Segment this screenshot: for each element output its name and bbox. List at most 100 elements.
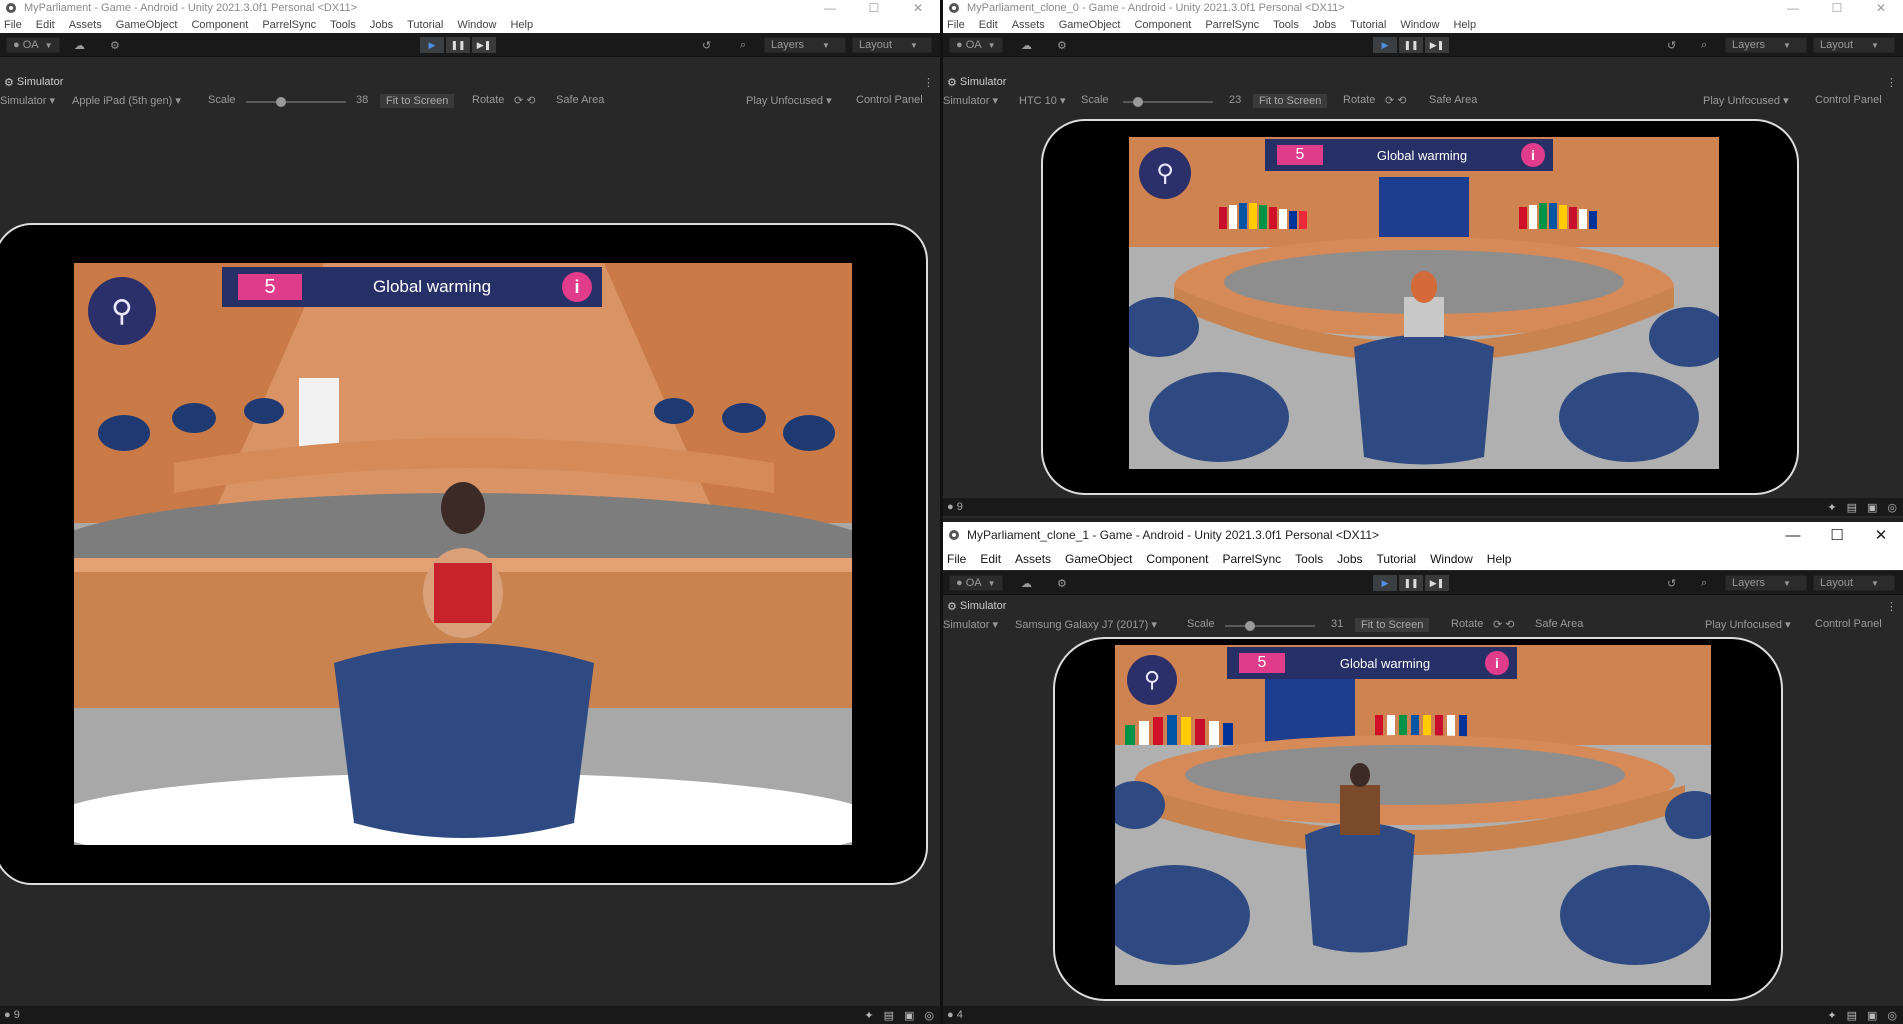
menu-help[interactable]: Help xyxy=(1487,552,1512,566)
profile-avatar-icon[interactable]: ⚲ xyxy=(88,277,156,345)
menu-window[interactable]: Window xyxy=(1430,552,1473,566)
menu-file[interactable]: File xyxy=(947,19,965,31)
game-screen[interactable]: ⚲ 5 Global warming i xyxy=(74,263,852,845)
search-icon[interactable]: ⌕ xyxy=(1701,575,1707,591)
simulator-tab[interactable]: ⚙ Simulator ⋮ xyxy=(943,74,1903,90)
simulator-mode-dropdown[interactable]: Simulator ▾ xyxy=(0,94,55,107)
menu-help[interactable]: Help xyxy=(510,19,533,31)
menu-component[interactable]: Component xyxy=(1134,19,1191,31)
layout-dropdown[interactable]: Layout ▼ xyxy=(1813,37,1895,53)
menu-assets[interactable]: Assets xyxy=(69,19,102,31)
menu-jobs[interactable]: Jobs xyxy=(1337,552,1362,566)
fit-to-screen-button[interactable]: Fit to Screen xyxy=(1355,618,1430,632)
menu-parrelsync[interactable]: ParrelSync xyxy=(1222,552,1281,566)
layers-dropdown[interactable]: Layers ▼ xyxy=(1725,575,1807,591)
console-count[interactable]: ● 4 xyxy=(947,1009,963,1021)
status-icon-2[interactable]: ▤ xyxy=(1847,1009,1857,1022)
console-count[interactable]: ● 9 xyxy=(4,1009,20,1021)
safe-area-toggle[interactable]: Safe Area xyxy=(1429,94,1477,106)
pause-button[interactable]: ❚❚ xyxy=(1399,37,1423,53)
menu-component[interactable]: Component xyxy=(191,19,248,31)
profile-avatar-icon[interactable]: ⚲ xyxy=(1127,655,1177,705)
pause-button[interactable]: ❚❚ xyxy=(1399,575,1423,591)
account-dropdown[interactable]: ● OA ▼ xyxy=(949,37,1003,53)
menu-edit[interactable]: Edit xyxy=(36,19,55,31)
menu-tools[interactable]: Tools xyxy=(330,19,356,31)
step-button[interactable]: ▶❚ xyxy=(1425,575,1449,591)
menu-tutorial[interactable]: Tutorial xyxy=(1377,552,1417,566)
profile-avatar-icon[interactable]: ⚲ xyxy=(1139,147,1191,199)
scale-slider[interactable] xyxy=(1123,97,1213,107)
menu-window[interactable]: Window xyxy=(1400,19,1439,31)
layers-dropdown[interactable]: Layers ▼ xyxy=(1725,37,1807,53)
menu-jobs[interactable]: Jobs xyxy=(1313,19,1336,31)
play-mode-dropdown[interactable]: Play Unfocused ▾ xyxy=(746,94,832,107)
simulator-tab[interactable]: ⚙ Simulator ⋮ xyxy=(943,598,1903,614)
account-dropdown[interactable]: ● OA ▼ xyxy=(949,575,1003,591)
history-icon[interactable]: ↺ xyxy=(702,37,711,53)
close-icon[interactable]: ✕ xyxy=(1859,0,1903,16)
simulator-mode-dropdown[interactable]: Simulator ▾ xyxy=(943,94,998,107)
play-mode-dropdown[interactable]: Play Unfocused ▾ xyxy=(1703,94,1789,107)
scale-slider[interactable] xyxy=(246,97,346,107)
layout-dropdown[interactable]: Layout ▼ xyxy=(852,37,932,53)
rotate-icons[interactable]: ⟳ ⟲ xyxy=(1385,94,1407,107)
panel-menu-icon[interactable]: ⋮ xyxy=(1886,76,1897,89)
rotate-icons[interactable]: ⟳ ⟲ xyxy=(1493,618,1515,631)
panel-menu-icon[interactable]: ⋮ xyxy=(923,76,934,89)
safe-area-toggle[interactable]: Safe Area xyxy=(556,94,604,106)
scale-slider-knob[interactable] xyxy=(1133,97,1143,107)
maximize-icon[interactable]: ☐ xyxy=(1815,0,1859,16)
window-titlebar[interactable]: MyParliament_clone_0 - Game - Android - … xyxy=(943,0,1903,16)
device-dropdown[interactable]: Apple iPad (5th gen) ▾ xyxy=(72,94,181,107)
history-icon[interactable]: ↺ xyxy=(1667,37,1676,53)
menu-parrelsync[interactable]: ParrelSync xyxy=(262,19,316,31)
play-button[interactable]: ▶ xyxy=(1373,37,1397,53)
status-icon-1[interactable]: ✦ xyxy=(864,1009,873,1022)
menu-edit[interactable]: Edit xyxy=(980,552,1001,566)
search-icon[interactable]: ⌕ xyxy=(1701,37,1707,53)
status-icon-3[interactable]: ▣ xyxy=(1867,1009,1877,1022)
pause-button[interactable]: ❚❚ xyxy=(446,37,470,53)
cloud-icon[interactable]: ☁ xyxy=(1021,575,1032,591)
scale-slider[interactable] xyxy=(1225,621,1315,631)
window-titlebar[interactable]: MyParliament - Game - Android - Unity 20… xyxy=(0,0,940,16)
cloud-icon[interactable]: ☁ xyxy=(1021,37,1032,53)
menu-gameobject[interactable]: GameObject xyxy=(1059,19,1121,31)
status-icon-2[interactable]: ▤ xyxy=(1847,501,1857,514)
info-icon[interactable]: i xyxy=(1521,143,1545,167)
menu-tools[interactable]: Tools xyxy=(1273,19,1299,31)
play-button[interactable]: ▶ xyxy=(420,37,444,53)
fit-to-screen-button[interactable]: Fit to Screen xyxy=(380,94,455,108)
scale-slider-knob[interactable] xyxy=(276,97,286,107)
status-icon-3[interactable]: ▣ xyxy=(904,1009,914,1022)
layout-dropdown[interactable]: Layout ▼ xyxy=(1813,575,1895,591)
control-panel-button[interactable]: Control Panel xyxy=(1815,94,1882,106)
status-icon-3[interactable]: ▣ xyxy=(1867,501,1877,514)
close-icon[interactable]: ✕ xyxy=(1859,522,1903,548)
step-button[interactable]: ▶❚ xyxy=(1425,37,1449,53)
menu-component[interactable]: Component xyxy=(1146,552,1208,566)
safe-area-toggle[interactable]: Safe Area xyxy=(1535,618,1583,630)
game-screen[interactable]: ⚲ 5 Global warming i xyxy=(1115,645,1711,985)
step-button[interactable]: ▶❚ xyxy=(472,37,496,53)
search-icon[interactable]: ⌕ xyxy=(740,37,746,53)
fit-to-screen-button[interactable]: Fit to Screen xyxy=(1253,94,1328,108)
status-icon-4[interactable]: ◎ xyxy=(1887,1009,1897,1022)
menu-parrelsync[interactable]: ParrelSync xyxy=(1205,19,1259,31)
status-icon-4[interactable]: ◎ xyxy=(924,1009,934,1022)
menu-gameobject[interactable]: GameObject xyxy=(1065,552,1132,566)
scale-slider-knob[interactable] xyxy=(1245,621,1255,631)
menu-gameobject[interactable]: GameObject xyxy=(116,19,178,31)
status-icon-4[interactable]: ◎ xyxy=(1887,501,1897,514)
collab-icon[interactable]: ⚙ xyxy=(1057,37,1067,53)
status-icon-1[interactable]: ✦ xyxy=(1827,501,1836,514)
window-titlebar[interactable]: MyParliament_clone_1 - Game - Android - … xyxy=(943,522,1903,548)
status-icon-1[interactable]: ✦ xyxy=(1827,1009,1836,1022)
close-icon[interactable]: ✕ xyxy=(896,0,940,16)
menu-jobs[interactable]: Jobs xyxy=(370,19,393,31)
device-dropdown[interactable]: HTC 10 ▾ xyxy=(1019,94,1065,107)
menu-assets[interactable]: Assets xyxy=(1015,552,1051,566)
simulator-mode-dropdown[interactable]: Simulator ▾ xyxy=(943,618,998,631)
collab-icon[interactable]: ⚙ xyxy=(110,37,120,53)
